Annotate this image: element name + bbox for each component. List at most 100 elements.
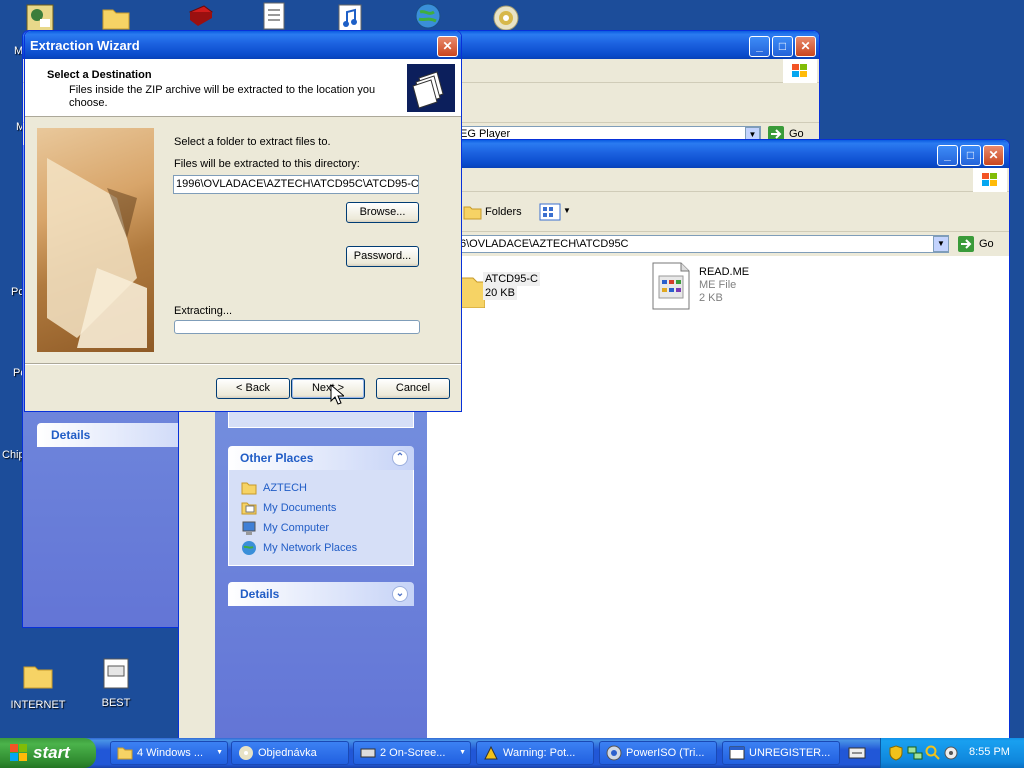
network-icon[interactable] <box>907 745 923 761</box>
taskbar-item[interactable]: UNREGISTER... <box>722 741 840 765</box>
file-name: READ.ME <box>699 266 750 278</box>
close-button[interactable]: ✕ <box>983 145 1004 166</box>
chevron-up-icon[interactable]: ⌃ <box>392 450 408 466</box>
details-panel-header[interactable]: Details ⌄ <box>228 582 414 606</box>
music-file-icon <box>338 4 362 32</box>
group-dropdown-icon: ▼ <box>216 749 223 756</box>
control-panel-icon <box>26 4 54 32</box>
taskbar-item[interactable]: 4 Windows ... ▼ <box>110 741 228 765</box>
extracting-label: Extracting... <box>174 305 233 317</box>
document-icon <box>263 2 285 30</box>
file-size: 20 KB <box>483 286 517 300</box>
minimize-button[interactable]: _ <box>937 145 958 166</box>
details-panel-title: Details <box>240 587 280 601</box>
folders-label: Folders <box>485 206 522 218</box>
volume-icon[interactable] <box>943 745 959 761</box>
desktop-icon-top-5[interactable] <box>338 4 364 32</box>
book-icon <box>189 5 213 26</box>
browse-button[interactable]: Browse... <box>346 202 419 223</box>
other-places-panel: AZTECH My Documents My Computer My Netwo… <box>228 470 414 566</box>
close-button[interactable]: ✕ <box>795 36 816 57</box>
folder-icon <box>459 277 485 308</box>
taskbar-item[interactable]: Objednávka <box>231 741 349 765</box>
system-tray: 8:55 PM <box>880 738 1024 768</box>
desktop-icon-best[interactable]: BEST <box>86 658 146 709</box>
windows-logo-icon <box>973 168 1007 192</box>
desktop-icon-top-2[interactable] <box>102 4 130 32</box>
file-list: ATCD95-C 20 KB READ.ME ME File 2 KB <box>427 256 1009 738</box>
views-dropdown-icon: ▼ <box>563 206 571 215</box>
file-size: 2 KB <box>699 292 723 304</box>
maximize-button[interactable]: □ <box>960 145 981 166</box>
file-name: ATCD95-C <box>483 272 540 286</box>
title-bar[interactable]: Extraction Wizard ✕ <box>25 31 461 59</box>
taskbar: start 4 Windows ... ▼ Objednávka 2 On-Sc… <box>0 738 1024 768</box>
cancel-button[interactable]: Cancel <box>376 378 450 399</box>
windows-flag-icon <box>10 744 27 761</box>
next-button[interactable]: Next > <box>291 378 365 399</box>
desktop-icon-label: BEST <box>101 697 131 709</box>
details-panel-title: Details <box>51 428 91 442</box>
taskbar-item[interactable]: Warning: Pot... <box>476 741 594 765</box>
wizard-header: Select a Destination Files inside the ZI… <box>25 59 461 117</box>
file-type: ME File <box>699 279 737 291</box>
other-place-item-aztech[interactable]: AZTECH <box>241 480 307 498</box>
go-button[interactable]: Go <box>955 235 1005 254</box>
cd-icon <box>493 5 519 31</box>
folder-icon <box>117 747 133 760</box>
chevron-down-icon[interactable]: ⌄ <box>392 586 408 602</box>
desktop-icon-top-6[interactable] <box>414 2 442 32</box>
desktop-icon-internet[interactable]: INTERNET <box>8 660 68 711</box>
folders-icon <box>463 206 482 220</box>
folder-photo-image <box>47 158 147 348</box>
desktop-icon-top-7[interactable] <box>492 4 520 32</box>
keyboard-icon <box>360 748 376 758</box>
desktop-icon-top-1[interactable] <box>26 4 54 32</box>
back-button[interactable]: < Back <box>216 378 290 399</box>
dialog-title: Extraction Wizard <box>30 38 140 53</box>
extraction-progress-bar <box>174 320 420 334</box>
taskbar-item[interactable]: PowerISO (Tri... <box>599 741 717 765</box>
wizard-side-image <box>37 128 154 352</box>
minimize-button[interactable]: _ <box>749 36 770 57</box>
folders-graphic-icon <box>407 64 455 112</box>
directory-input[interactable]: 1996\OVLADACE\AZTECH\ATCD95C\ATCD95-C <box>173 175 419 194</box>
clock[interactable]: 8:55 PM <box>969 746 1010 758</box>
folder-icon <box>241 482 257 495</box>
desktop-icon-label: INTERNET <box>10 699 66 711</box>
other-place-item-my-computer[interactable]: My Computer <box>241 520 329 538</box>
security-shield-icon[interactable] <box>889 745 903 761</box>
mouse-cursor-icon <box>330 384 344 405</box>
maximize-button[interactable]: □ <box>772 36 793 57</box>
views-button[interactable]: ▼ <box>537 202 573 224</box>
go-label: Go <box>979 238 994 250</box>
close-button[interactable]: ✕ <box>437 36 458 57</box>
language-bar-icon[interactable] <box>848 745 866 761</box>
directory-label: Files will be extracted to this director… <box>174 158 360 170</box>
address-dropdown-icon[interactable]: ▼ <box>933 236 949 252</box>
my-computer-icon <box>242 521 256 535</box>
folder-icon <box>23 666 53 689</box>
poweriso-icon <box>606 745 622 761</box>
extraction-wizard-dialog[interactable]: Extraction Wizard ✕ Select a Destination… <box>24 30 462 412</box>
folder-icon <box>102 9 130 30</box>
desktop-icon-top-3[interactable] <box>186 4 214 32</box>
other-place-item-my-network-places[interactable]: My Network Places <box>241 540 357 558</box>
start-button[interactable]: start <box>0 738 96 768</box>
app-window-icon <box>729 746 745 760</box>
wizard-header-title: Select a Destination <box>47 69 152 81</box>
other-places-title: Other Places <box>240 451 314 465</box>
desktop-icon-top-4[interactable] <box>262 2 288 32</box>
taskbar-item[interactable]: 2 On-Scree... ▼ <box>353 741 471 765</box>
button-separator <box>25 363 461 365</box>
select-folder-label: Select a folder to extract files to. <box>174 136 331 148</box>
folders-button[interactable]: Folders <box>463 202 527 224</box>
password-button[interactable]: Password... <box>346 246 419 267</box>
file-item[interactable]: READ.ME ME File 2 KB <box>651 262 791 312</box>
group-dropdown-icon: ▼ <box>459 749 466 756</box>
other-places-panel-header[interactable]: Other Places ⌃ <box>228 446 414 470</box>
other-place-item-my-documents[interactable]: My Documents <box>241 500 336 518</box>
file-item[interactable]: ATCD95-C 20 KB <box>459 268 579 314</box>
address-input[interactable]: 6\OVLADACE\AZTECH\ATCD95C <box>457 235 949 253</box>
search-icon[interactable] <box>925 745 941 761</box>
